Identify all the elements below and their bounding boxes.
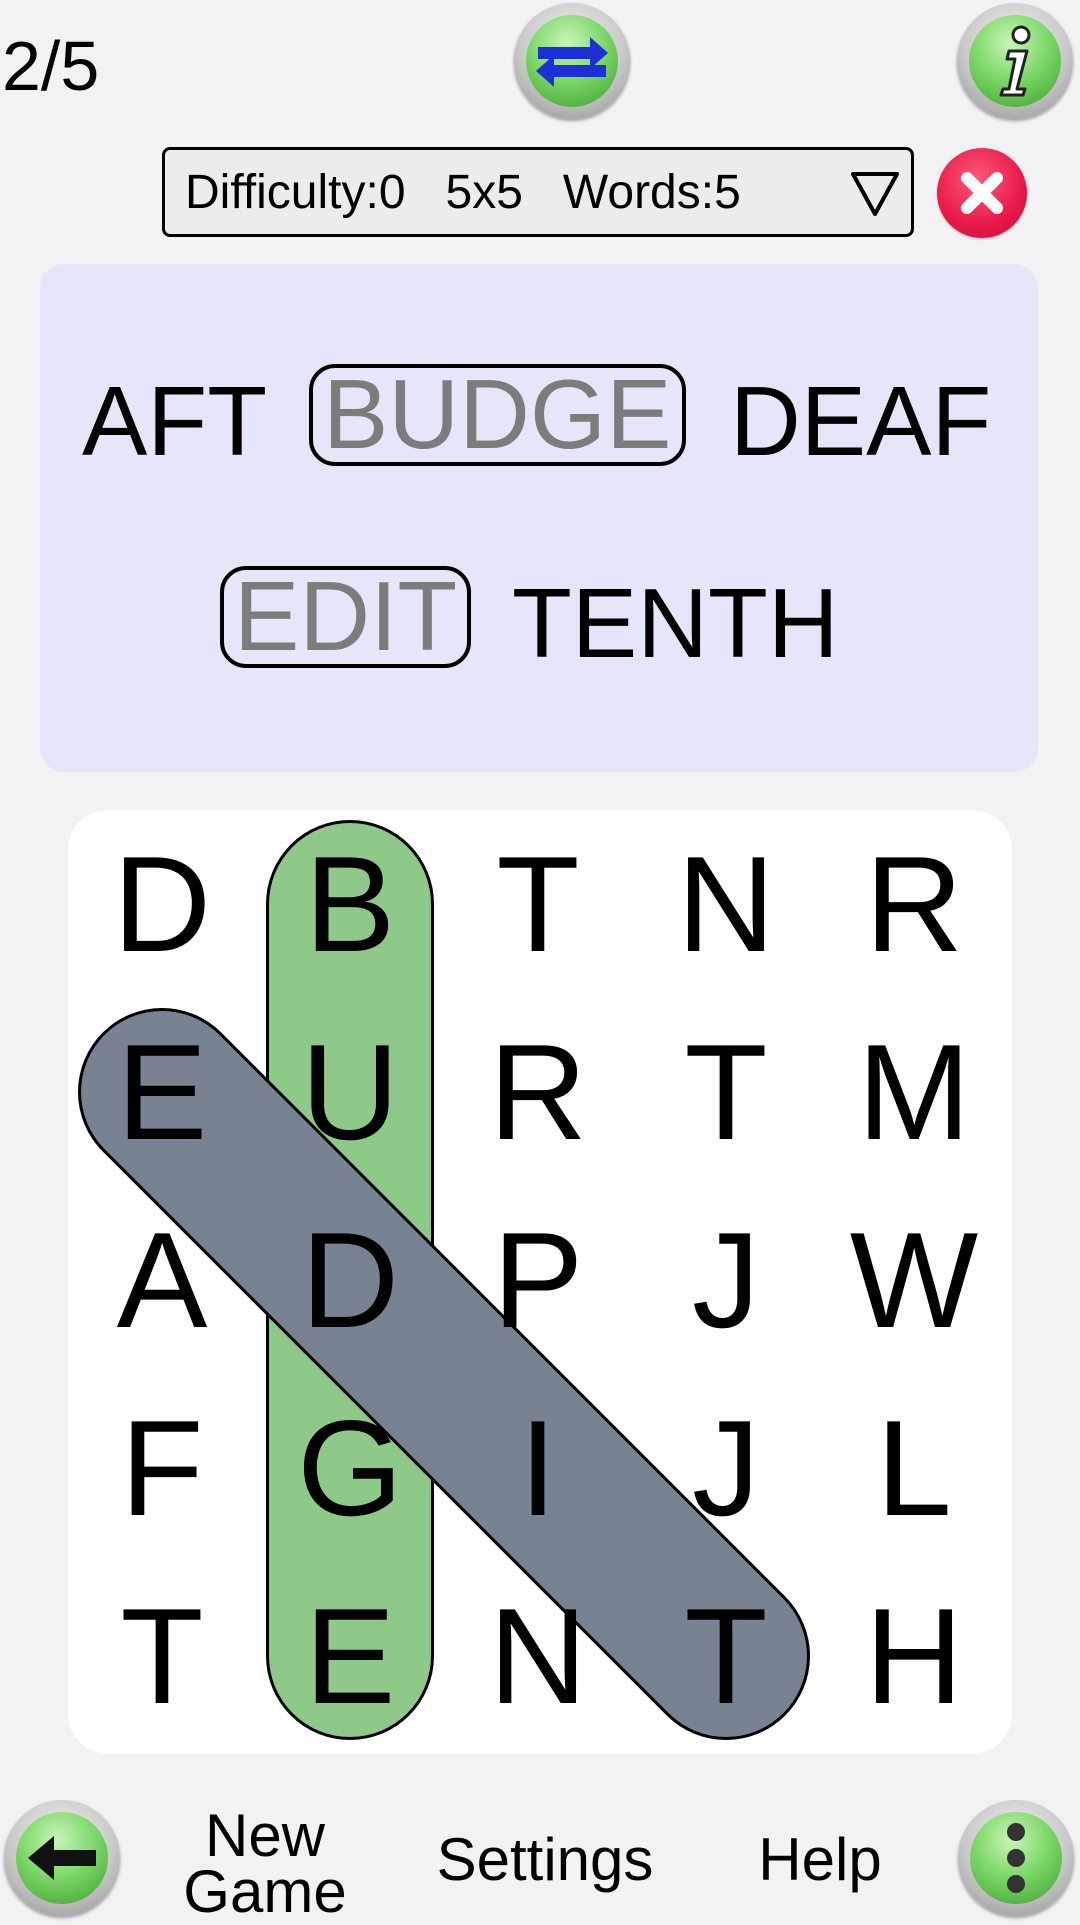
- new-game-label-line2: Game: [183, 1858, 347, 1925]
- grid-cell[interactable]: T: [632, 998, 820, 1186]
- grid-cell[interactable]: J: [632, 1374, 820, 1562]
- grid-cell[interactable]: N: [632, 810, 820, 998]
- settings-summary: Difficulty:0 5x5 Words:5: [185, 165, 741, 219]
- grid-cell[interactable]: B: [256, 810, 444, 998]
- grid-cell[interactable]: W: [820, 1186, 1008, 1374]
- grid-cell[interactable]: U: [256, 998, 444, 1186]
- grid-cell[interactable]: F: [68, 1374, 256, 1562]
- grid-cell[interactable]: H: [820, 1562, 1008, 1750]
- back-button[interactable]: [4, 1800, 120, 1916]
- progress-counter: 2/5: [2, 27, 100, 105]
- help-button[interactable]: Help: [740, 1830, 900, 1890]
- swap-arrows-icon: [526, 15, 618, 107]
- word-edit-found: EDIT: [220, 566, 472, 668]
- vertical-dots-icon: [970, 1812, 1062, 1904]
- settings-button[interactable]: Settings: [420, 1830, 670, 1890]
- grid-cell[interactable]: G: [256, 1374, 444, 1562]
- grid-cell[interactable]: D: [68, 810, 256, 998]
- game-settings-dropdown[interactable]: Difficulty:0 5x5 Words:5: [162, 147, 914, 237]
- info-icon: [969, 15, 1061, 107]
- grid-cell[interactable]: E: [68, 998, 256, 1186]
- word-deaf: DEAF: [730, 366, 992, 476]
- grid-cell[interactable]: E: [256, 1562, 444, 1750]
- grid-cell[interactable]: I: [444, 1374, 632, 1562]
- triangle-down-icon: [847, 156, 903, 231]
- grid-cell[interactable]: T: [444, 810, 632, 998]
- word-tenth: TENTH: [512, 568, 839, 678]
- close-icon: [961, 172, 1003, 214]
- arrow-left-icon: [16, 1812, 108, 1904]
- grid-cell[interactable]: T: [632, 1562, 820, 1750]
- word-aft: AFT: [82, 366, 268, 476]
- letter-grid[interactable]: DBTNREURTMADPJWFGIJLTENTH: [68, 810, 1012, 1754]
- grid-cell[interactable]: R: [820, 810, 1008, 998]
- close-button[interactable]: [937, 148, 1027, 238]
- grid-cell[interactable]: N: [444, 1562, 632, 1750]
- grid-cell[interactable]: T: [68, 1562, 256, 1750]
- grid-cell[interactable]: P: [444, 1186, 632, 1374]
- grid-cell[interactable]: A: [68, 1186, 256, 1374]
- grid-cell[interactable]: L: [820, 1374, 1008, 1562]
- grid-cell[interactable]: D: [256, 1186, 444, 1374]
- word-budge-found: BUDGE: [309, 364, 686, 466]
- grid-cell[interactable]: J: [632, 1186, 820, 1374]
- new-game-label-line1: New: [204, 1802, 326, 1869]
- grid-cell[interactable]: R: [444, 998, 632, 1186]
- word-list-panel: AFT BUDGE DEAF EDIT TENTH: [40, 264, 1038, 772]
- more-options-button[interactable]: [958, 1800, 1074, 1916]
- grid-cell[interactable]: M: [820, 998, 1008, 1186]
- info-button[interactable]: [957, 3, 1073, 119]
- new-game-button[interactable]: New Game: [170, 1802, 360, 1925]
- swap-button[interactable]: [514, 3, 630, 119]
